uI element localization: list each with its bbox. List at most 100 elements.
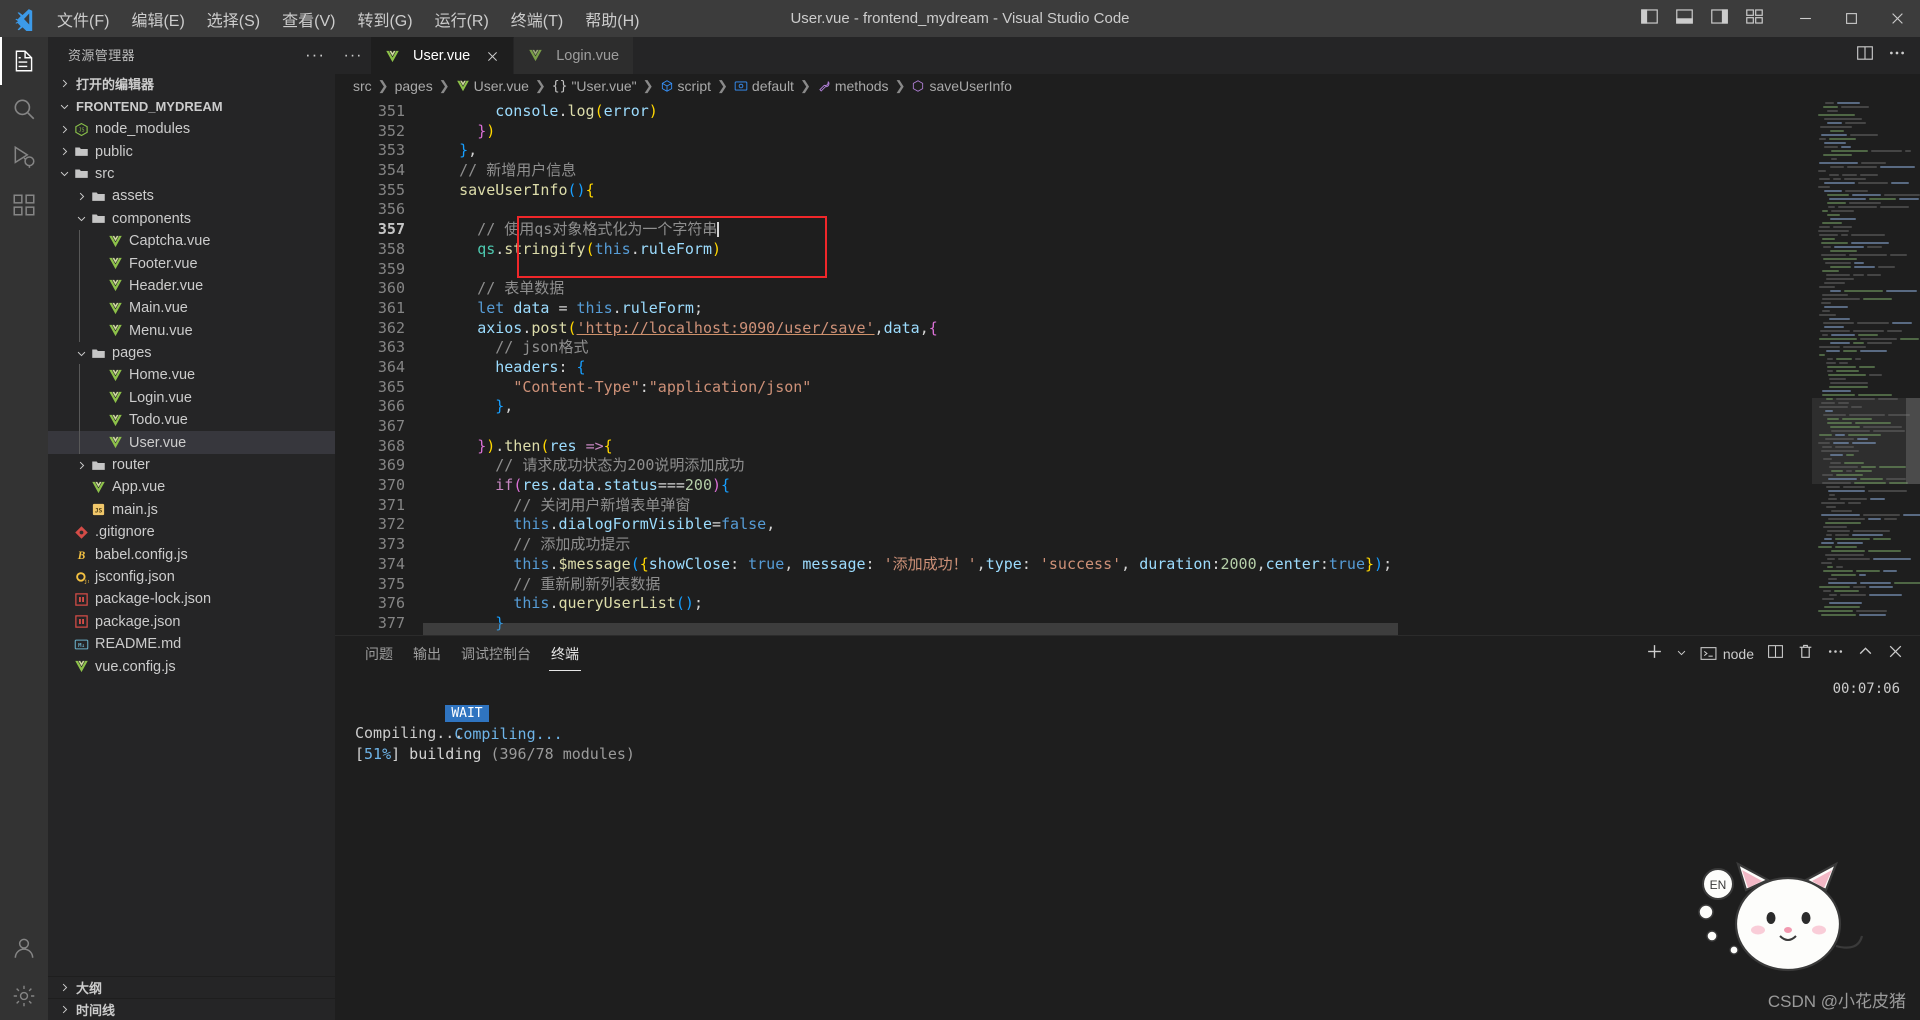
close-panel-icon[interactable] xyxy=(1887,643,1904,665)
chevron-up-icon[interactable] xyxy=(1857,643,1874,665)
panel-more-actions-icon[interactable] xyxy=(1827,643,1844,665)
menu-view[interactable]: 查看(V) xyxy=(271,3,346,35)
section-timeline[interactable]: 时间线 xyxy=(48,998,335,1020)
tree-item-vue-config-js[interactable]: vue.config.js xyxy=(48,655,335,677)
toggle-primary-sidebar-icon[interactable] xyxy=(1640,7,1659,31)
tree-item-src[interactable]: src xyxy=(48,163,335,185)
chevron-right-icon xyxy=(56,78,72,89)
folder-icon xyxy=(89,189,107,204)
menu-selection[interactable]: 选择(S) xyxy=(196,3,271,35)
activity-account-icon[interactable] xyxy=(0,924,48,972)
menu-terminal[interactable]: 终端(T) xyxy=(500,3,574,35)
customize-layout-icon[interactable] xyxy=(1745,7,1764,31)
horizontal-scrollbar[interactable] xyxy=(423,623,1398,635)
tree-item-app-vue[interactable]: App.vue xyxy=(48,476,335,498)
tab-login-vue[interactable]: Login.vue xyxy=(514,37,635,74)
tree-item-components[interactable]: components xyxy=(48,208,335,230)
code-content[interactable]: console.log(error) }) }, // 新增用户信息 saveU… xyxy=(423,98,1812,635)
tree-item-main-js[interactable]: JS main.js xyxy=(48,499,335,521)
terminal-output[interactable]: WAIT Compiling... Compiling... [51%] bui… xyxy=(335,671,1920,1020)
close-icon[interactable] xyxy=(483,51,501,62)
breadcrumb-separator: ❯ xyxy=(717,78,728,93)
breadcrumb-file[interactable]: User.vue xyxy=(456,78,529,94)
toggle-secondary-sidebar-icon[interactable] xyxy=(1710,7,1729,31)
menu-go[interactable]: 转到(G) xyxy=(346,3,423,35)
close-button[interactable] xyxy=(1874,0,1920,37)
panel-tab-terminal[interactable]: 终端 xyxy=(541,636,589,671)
tree-item-user-vue[interactable]: User.vue xyxy=(48,431,335,454)
toggle-panel-icon[interactable] xyxy=(1675,7,1694,31)
vue-icon xyxy=(106,301,124,316)
activity-run-debug-icon[interactable] xyxy=(0,133,48,181)
panel-tab-problems[interactable]: 问题 xyxy=(355,636,403,671)
tree-item-main-vue[interactable]: Main.vue xyxy=(48,297,335,320)
tree-item-pages[interactable]: pages xyxy=(48,342,335,364)
breadcrumb-symbol-default[interactable]: default xyxy=(734,78,794,94)
activity-settings-gear-icon[interactable] xyxy=(0,972,48,1020)
tree-item-captcha-vue[interactable]: Captcha.vue xyxy=(48,229,335,253)
split-terminal-icon[interactable] xyxy=(1767,643,1784,665)
tree-item-router[interactable]: router xyxy=(48,454,335,476)
tree-item-assets[interactable]: assets xyxy=(48,185,335,207)
trash-icon[interactable] xyxy=(1797,643,1814,665)
activity-search-icon[interactable] xyxy=(0,85,48,133)
open-editors-label: 打开的编辑器 xyxy=(76,77,155,92)
line-number: 368 xyxy=(377,436,405,455)
tree-item-node-modules[interactable]: JS node_modules xyxy=(48,118,335,140)
tabs-more-icon[interactable]: ··· xyxy=(335,37,371,74)
tree-item-public[interactable]: public xyxy=(48,140,335,162)
tree-item-gitignore[interactable]: .gitignore xyxy=(48,521,335,543)
breadcrumb-symbol-script[interactable]: script xyxy=(660,78,711,94)
watermark: CSDN @小花皮猪 xyxy=(1768,987,1906,1012)
sidebar-more-actions-icon[interactable]: ··· xyxy=(305,45,325,65)
activity-extensions-icon[interactable] xyxy=(0,181,48,229)
editor-more-actions-icon[interactable] xyxy=(1888,44,1906,67)
breadcrumb-symbol-methods[interactable]: methods xyxy=(817,78,889,94)
tree-item-jsconfig-json[interactable]: js jsconfig.json xyxy=(48,566,335,588)
panel-tab-output[interactable]: 输出 xyxy=(403,636,451,671)
terminal-shell-selector[interactable]: node xyxy=(1700,645,1754,662)
code-editor[interactable]: 351 352 353 354 355 356 357 358 359 360 361 362 363 3… xyxy=(335,98,1920,635)
code-line-363: // json格式 xyxy=(423,338,589,357)
line-number: 355 xyxy=(377,180,405,199)
code-line-353: }, xyxy=(459,141,478,160)
sidebar-header: 资源管理器 ··· xyxy=(48,37,335,72)
split-editor-icon[interactable] xyxy=(1856,44,1874,67)
minimap[interactable] xyxy=(1812,98,1920,635)
line-number: 356 xyxy=(377,200,405,219)
menu-file[interactable]: 文件(F) xyxy=(46,3,120,35)
minimize-button[interactable] xyxy=(1782,0,1828,37)
tree-item-todo-vue[interactable]: Todo.vue xyxy=(48,409,335,432)
menu-run[interactable]: 运行(R) xyxy=(424,3,500,35)
menu-edit[interactable]: 编辑(E) xyxy=(120,3,195,35)
tree-item-login-vue[interactable]: Login.vue xyxy=(48,386,335,410)
tree-item-menu-vue[interactable]: Menu.vue xyxy=(48,319,335,342)
svg-text:M↓: M↓ xyxy=(78,643,85,649)
tree-item-package-lock-json[interactable]: package-lock.json xyxy=(48,588,335,610)
chevron-down-icon xyxy=(56,168,72,179)
tree-item-home-vue[interactable]: Home.vue xyxy=(48,364,335,387)
tree-item-babel-config-js[interactable]: Bbabel.config.js xyxy=(48,543,335,565)
tree-item-label: main.js xyxy=(112,501,158,518)
tree-item-package-json[interactable]: package.json xyxy=(48,611,335,633)
breadcrumb-src[interactable]: src xyxy=(353,78,372,94)
menu-help[interactable]: 帮助(H) xyxy=(574,3,650,35)
tree-item-footer-vue[interactable]: Footer.vue xyxy=(48,252,335,275)
breadcrumb-symbol-object[interactable]: {} "User.vue" xyxy=(552,78,637,94)
tree-item-readme-md[interactable]: M↓ README.md xyxy=(48,633,335,655)
tree-item-header-vue[interactable]: Header.vue xyxy=(48,274,335,298)
panel-tab-debug-console[interactable]: 调试控制台 xyxy=(451,636,541,671)
section-project-root[interactable]: FRONTEND_MYDREAM xyxy=(48,95,335,118)
tree-item-label: package-lock.json xyxy=(95,591,212,608)
add-terminal-icon[interactable] xyxy=(1646,643,1663,665)
activity-explorer-icon[interactable] xyxy=(0,37,48,85)
line-number: 366 xyxy=(377,397,405,416)
breadcrumb-pages[interactable]: pages xyxy=(395,78,433,94)
chevron-down-icon[interactable] xyxy=(1676,645,1687,663)
maximize-button[interactable] xyxy=(1828,0,1874,37)
vertical-scrollbar[interactable] xyxy=(1906,98,1920,635)
section-open-editors[interactable]: 打开的编辑器 xyxy=(48,72,335,95)
tab-user-vue[interactable]: User.vue xyxy=(371,37,515,74)
section-outline[interactable]: 大纲 xyxy=(48,976,335,998)
breadcrumb-symbol-saveuserinfo[interactable]: saveUserInfo xyxy=(911,78,1012,94)
